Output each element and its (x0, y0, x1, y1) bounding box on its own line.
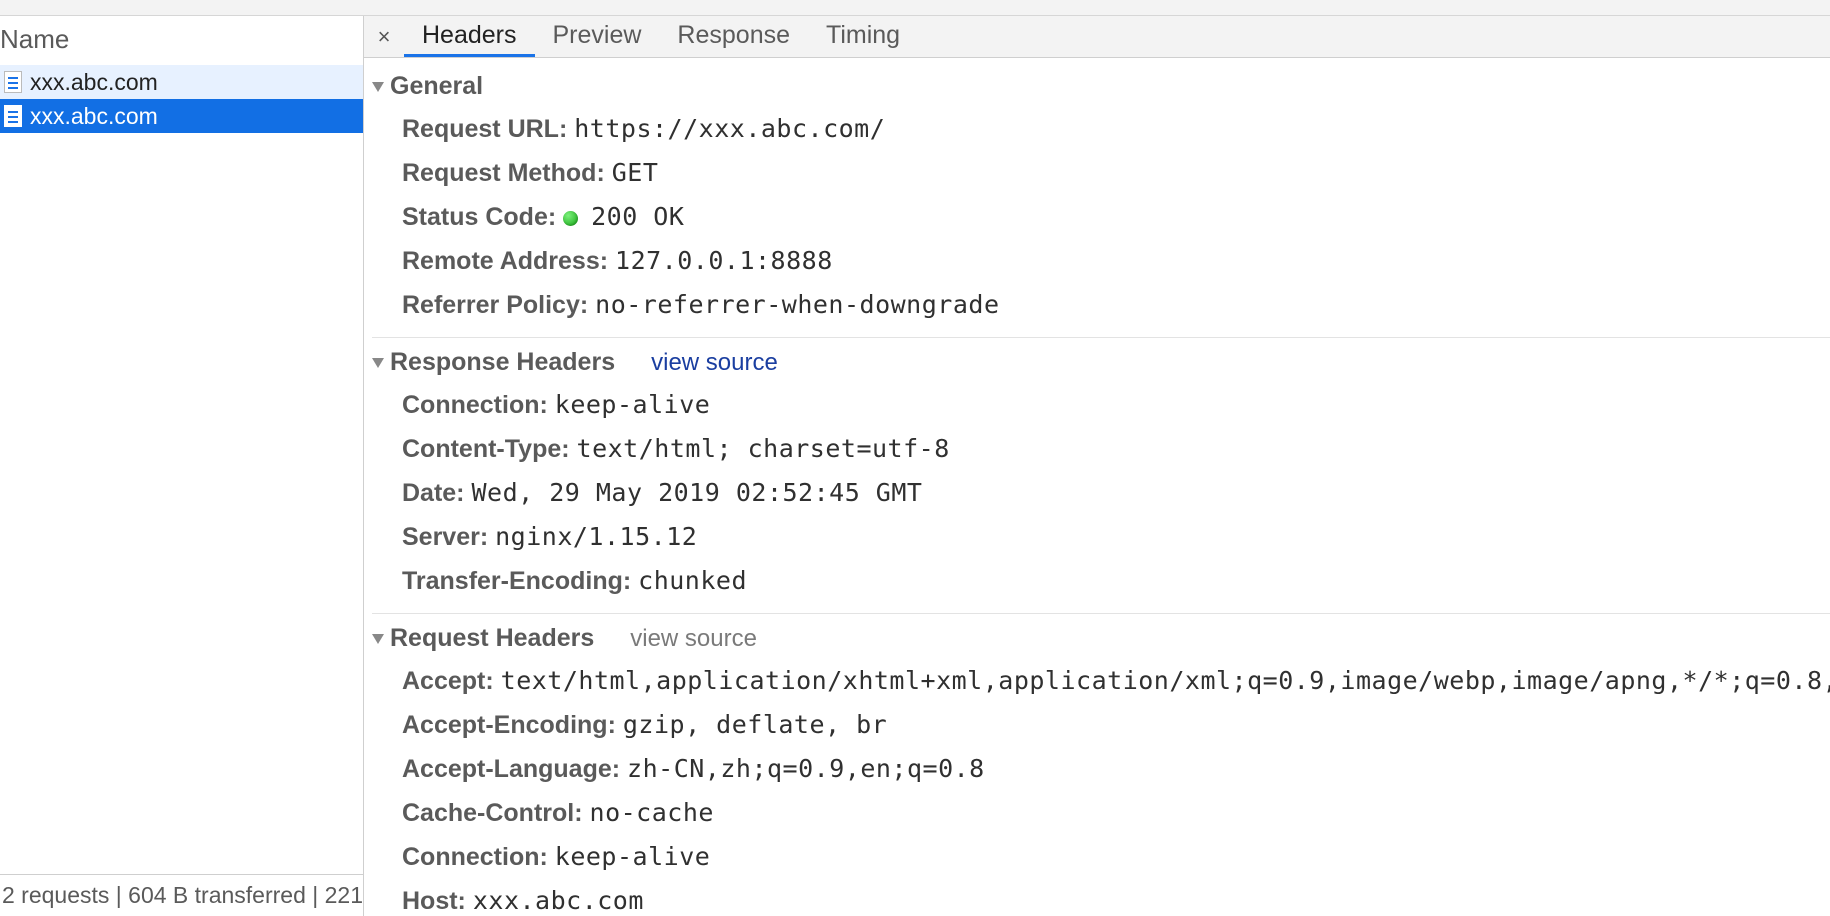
view-source-link[interactable]: view source (630, 625, 757, 653)
kv-key: Request URL: (402, 115, 567, 143)
request-headers-list: Accept: text/html,application/xhtml+xml,… (372, 659, 1830, 916)
section-request-headers-header[interactable]: Request Headers view source (372, 620, 1830, 659)
kv-request-url: Request URL: https://xxx.abc.com/ (402, 107, 1830, 151)
kv-row: Content-Type: text/html; charset=utf-8 (402, 427, 1830, 471)
details-tabs: × Headers Preview Response Timing (364, 16, 1830, 58)
kv-key: Request Method: (402, 159, 605, 187)
kv-referrer-policy: Referrer Policy: no-referrer-when-downgr… (402, 283, 1830, 327)
kv-value: chunked (638, 566, 747, 595)
kv-row: Server: nginx/1.15.12 (402, 515, 1830, 559)
request-row[interactable]: xxx.abc.com (0, 65, 363, 99)
kv-key: Accept: (402, 667, 494, 695)
kv-value: keep-alive (555, 842, 711, 871)
section-general: General Request URL: https://xxx.abc.com… (372, 62, 1830, 338)
section-title: Response Headers (390, 348, 615, 377)
kv-row: Connection: keep-alive (402, 383, 1830, 427)
kv-row: Accept-Encoding: gzip, deflate, br (402, 703, 1830, 747)
kv-value: Wed, 29 May 2019 02:52:45 GMT (471, 478, 922, 507)
kv-key: Remote Address: (402, 247, 608, 275)
general-list: Request URL: https://xxx.abc.com/ Reques… (372, 107, 1830, 327)
kv-key: Transfer-Encoding: (402, 567, 631, 595)
section-title: Request Headers (390, 624, 594, 653)
kv-key: Accept-Encoding: (402, 711, 616, 739)
requests-header: Name (0, 16, 363, 65)
kv-key: Content-Type: (402, 435, 570, 463)
kv-key: Referrer Policy: (402, 291, 588, 319)
kv-key: Server: (402, 523, 488, 551)
tab-headers[interactable]: Headers (404, 16, 535, 57)
section-request-headers: Request Headers view source Accept: text… (372, 614, 1830, 916)
kv-row: Date: Wed, 29 May 2019 02:52:45 GMT (402, 471, 1830, 515)
kv-row: Host: xxx.abc.com (402, 879, 1830, 916)
document-icon (4, 105, 22, 127)
request-name: xxx.abc.com (30, 103, 158, 130)
kv-value: text/html,application/xhtml+xml,applicat… (501, 666, 1830, 695)
tab-preview[interactable]: Preview (535, 16, 660, 57)
tab-timing[interactable]: Timing (808, 16, 918, 57)
section-general-header[interactable]: General (372, 68, 1830, 107)
main-container: Name xxx.abc.com xxx.abc.com 2 requests … (0, 16, 1830, 916)
section-title: General (390, 72, 483, 101)
details-panel: × Headers Preview Response Timing Genera… (364, 16, 1830, 916)
document-icon (4, 71, 22, 93)
kv-value: nginx/1.15.12 (495, 522, 697, 551)
disclosure-triangle-icon (372, 82, 384, 92)
status-ok-icon (563, 211, 578, 226)
kv-key: Connection: (402, 391, 548, 419)
kv-value: 127.0.0.1:8888 (615, 246, 833, 275)
kv-row: Accept: text/html,application/xhtml+xml,… (402, 659, 1830, 703)
kv-value: GET (612, 158, 659, 187)
kv-remote-address: Remote Address: 127.0.0.1:8888 (402, 239, 1830, 283)
kv-value: https://xxx.abc.com/ (574, 114, 885, 143)
close-details-button[interactable]: × (364, 16, 404, 57)
kv-value: no-cache (590, 798, 714, 827)
kv-row: Accept-Language: zh-CN,zh;q=0.9,en;q=0.8 (402, 747, 1830, 791)
requests-summary: 2 requests | 604 B transferred | 221 B… (0, 874, 363, 916)
kv-key: Accept-Language: (402, 755, 620, 783)
section-response-headers-header[interactable]: Response Headers view source (372, 344, 1830, 383)
kv-value: no-referrer-when-downgrade (595, 290, 999, 319)
kv-key: Host: (402, 887, 466, 915)
details-scroll[interactable]: General Request URL: https://xxx.abc.com… (364, 58, 1830, 916)
section-response-headers: Response Headers view source Connection:… (372, 338, 1830, 614)
kv-key: Status Code: (402, 203, 556, 231)
kv-value: keep-alive (555, 390, 711, 419)
requests-panel: Name xxx.abc.com xxx.abc.com 2 requests … (0, 16, 364, 916)
kv-row: Connection: keep-alive (402, 835, 1830, 879)
kv-row: Cache-Control: no-cache (402, 791, 1830, 835)
kv-request-method: Request Method: GET (402, 151, 1830, 195)
kv-key: Cache-Control: (402, 799, 583, 827)
kv-value: zh-CN,zh;q=0.9,en;q=0.8 (627, 754, 985, 783)
requests-list: xxx.abc.com xxx.abc.com (0, 65, 363, 874)
kv-value: xxx.abc.com (473, 886, 644, 915)
request-row[interactable]: xxx.abc.com (0, 99, 363, 133)
tab-response[interactable]: Response (659, 16, 808, 57)
view-source-link[interactable]: view source (651, 349, 778, 377)
kv-value: text/html; charset=utf-8 (577, 434, 950, 463)
kv-value: 200 OK (591, 202, 684, 231)
disclosure-triangle-icon (372, 358, 384, 368)
kv-status-code: Status Code: 200 OK (402, 195, 1830, 239)
request-name: xxx.abc.com (30, 69, 158, 96)
kv-key: Connection: (402, 843, 548, 871)
toolbar-strip (0, 0, 1830, 16)
disclosure-triangle-icon (372, 634, 384, 644)
response-headers-list: Connection: keep-alive Content-Type: tex… (372, 383, 1830, 603)
kv-key: Date: (402, 479, 465, 507)
kv-value: gzip, deflate, br (623, 710, 887, 739)
kv-row: Transfer-Encoding: chunked (402, 559, 1830, 603)
